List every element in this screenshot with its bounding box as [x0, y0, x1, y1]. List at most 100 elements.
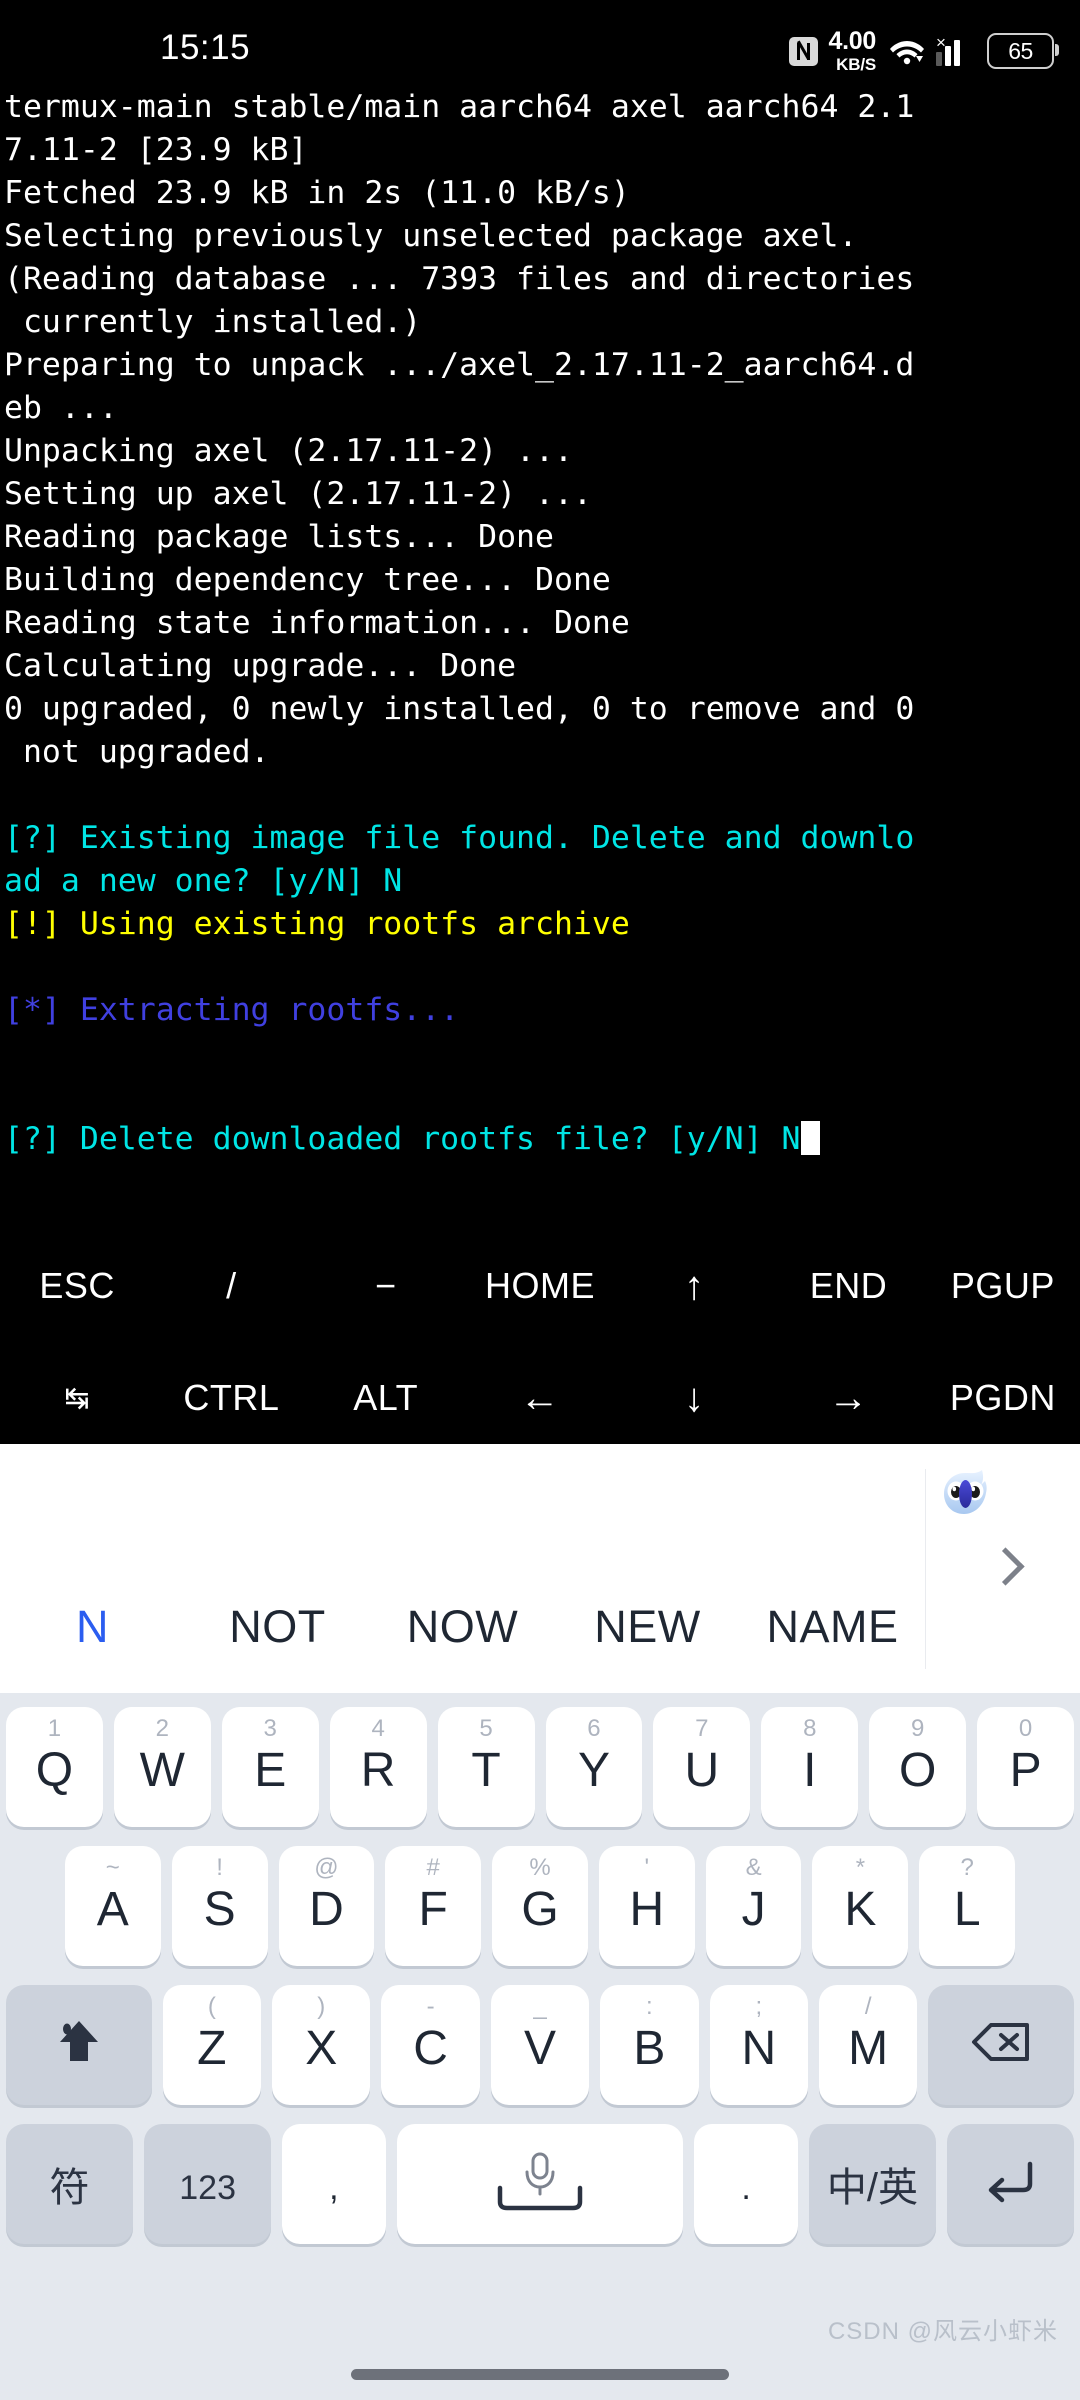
key-e[interactable]: 3E: [221, 1706, 319, 1827]
period-key[interactable]: .: [694, 2123, 798, 2244]
key-hint: #: [426, 1853, 440, 1881]
suggestion-item[interactable]: NEW: [555, 1601, 740, 1653]
key-f[interactable]: # F: [385, 1845, 482, 1966]
key-u[interactable]: 7U: [653, 1706, 751, 1827]
suggestion-item[interactable]: NAME: [740, 1601, 925, 1653]
key-label: E: [254, 1743, 287, 1797]
key-hint: ;: [755, 1992, 763, 2020]
key-label: F: [418, 1882, 448, 1936]
key-r[interactable]: 4R: [329, 1706, 427, 1827]
enter-key[interactable]: [946, 2123, 1075, 2244]
key-y[interactable]: 6Y: [545, 1706, 643, 1827]
key-z[interactable]: (Z: [162, 1984, 262, 2105]
keyboard-key-rows: 1Q2W3E4R5T6Y7U8I9O0P ~ A! S @ D # F% G ' H & J * K? L …: [0, 1693, 1080, 2253]
space-bar-with-mic-icon: [465, 2146, 615, 2221]
key-hint: 7: [695, 1714, 709, 1742]
signal-bars-icon: ×: [936, 34, 976, 66]
arrow-right-key[interactable]: →: [771, 1352, 925, 1444]
suggestion-item[interactable]: N: [0, 1601, 185, 1653]
key-h[interactable]: ' H: [598, 1845, 695, 1966]
key-c[interactable]: -C: [381, 1984, 480, 2105]
key-d[interactable]: @ D: [278, 1845, 375, 1966]
key-o[interactable]: 9O: [869, 1706, 967, 1827]
terminal-line: eb ...: [4, 390, 118, 426]
status-bar-icons: 4.00 KB/S × 65: [788, 29, 1059, 73]
key-hint: 6: [587, 1714, 601, 1742]
ctrl-key[interactable]: CTRL: [154, 1352, 308, 1444]
enter-return-icon: [982, 2158, 1038, 2209]
key-k[interactable]: * K: [812, 1845, 909, 1966]
pgdn-key[interactable]: PGDN: [926, 1352, 1080, 1444]
terminal-line: Unpacking axel (2.17.11-2) ...: [4, 433, 573, 469]
terminal-line: currently installed.): [4, 304, 422, 340]
home-key[interactable]: HOME: [463, 1240, 617, 1332]
key-label: G: [521, 1882, 559, 1936]
keyboard-row-bottom: 符 123,. 中/英: [0, 2114, 1080, 2253]
termux-extra-keys-row-2: ↹ CTRL ALT ← ↓ → PGDN: [0, 1352, 1080, 1444]
suggestion-word-list: N NOT NOW NEW NAME: [0, 1579, 925, 1674]
end-key[interactable]: END: [771, 1240, 925, 1332]
key-m[interactable]: / M: [818, 1984, 918, 2105]
key-label: R: [360, 1743, 396, 1797]
key-q[interactable]: 1Q: [5, 1706, 103, 1827]
key-label: V: [523, 2021, 556, 2075]
key-n[interactable]: ; N: [709, 1984, 808, 2105]
space-key[interactable]: [396, 2123, 684, 2244]
language-switch-key[interactable]: 中/英: [808, 2123, 936, 2244]
status-bar: 15:15 4.00 KB/S × 65: [0, 0, 1080, 86]
key-hint: 5: [479, 1714, 493, 1742]
backspace-key[interactable]: [928, 1984, 1074, 2105]
comma-key-label: ,: [329, 2168, 339, 2207]
key-x[interactable]: ) X: [272, 1984, 371, 2105]
key-a[interactable]: ~ A: [64, 1845, 161, 1966]
key-label: Q: [35, 1743, 74, 1797]
ime-bird-mascot-icon[interactable]: [941, 1467, 999, 1519]
terminal-line: Reading package lists... Done: [4, 519, 554, 555]
key-p[interactable]: 0P: [977, 1706, 1075, 1827]
key-label: A: [96, 1882, 129, 1936]
key-g[interactable]: % G: [492, 1845, 588, 1966]
shift-arrow-icon: [55, 2016, 103, 2073]
minus-key[interactable]: −: [309, 1240, 463, 1332]
key-hint: !: [216, 1853, 223, 1881]
key-hint: 1: [47, 1714, 62, 1742]
key-j[interactable]: & J: [705, 1845, 802, 1966]
shift-key[interactable]: [6, 1984, 152, 2105]
numbers-key[interactable]: 123: [144, 2123, 272, 2244]
key-hint: /: [864, 1992, 872, 2020]
suggestion-item[interactable]: NOT: [185, 1601, 370, 1653]
key-label: Y: [577, 1743, 610, 1797]
key-l[interactable]: ? L: [919, 1845, 1016, 1966]
esc-key[interactable]: ESC: [0, 1240, 154, 1332]
terminal-line: Reading state information... Done: [4, 605, 630, 641]
tab-key[interactable]: ↹: [0, 1352, 154, 1444]
soft-keyboard: N NOT NOW NEW NAME 1Q2W3E4R5T6Y7U8I9O0P ~ A! S…: [0, 1444, 1080, 2400]
key-b[interactable]: :B: [600, 1984, 699, 2105]
watermark: CSDN @风云小虾米: [827, 2318, 1058, 2345]
terminal-line: Preparing to unpack .../axel_2.17.11-2_a…: [4, 347, 915, 383]
key-label: S: [203, 1882, 236, 1936]
key-hint: 3: [263, 1714, 277, 1742]
key-v[interactable]: _ V: [490, 1984, 590, 2105]
arrow-up-key[interactable]: ↑: [617, 1240, 771, 1332]
key-t[interactable]: 5T: [437, 1706, 535, 1827]
suggestion-item[interactable]: NOW: [370, 1601, 555, 1653]
key-w[interactable]: 2W: [113, 1706, 211, 1827]
key-i[interactable]: 8I: [761, 1706, 859, 1827]
pgup-key[interactable]: PGUP: [926, 1240, 1080, 1332]
home-gesture-bar[interactable]: [351, 2369, 729, 2380]
arrow-left-key[interactable]: ←: [463, 1352, 617, 1444]
key-hint: _: [533, 1992, 547, 2020]
key-hint: ?: [960, 1853, 974, 1881]
battery-level-text: 65: [1008, 37, 1033, 64]
termux-extra-keys-row-1: ESC / − HOME ↑ END PGUP: [0, 1240, 1080, 1332]
key-hint: (: [207, 1992, 216, 2020]
slash-key[interactable]: /: [154, 1240, 308, 1332]
key-label: M: [848, 2021, 889, 2075]
key-s[interactable]: ! S: [171, 1845, 268, 1966]
key-label: J: [741, 1882, 766, 1936]
comma-key[interactable]: ,: [282, 2123, 386, 2244]
alt-key[interactable]: ALT: [309, 1352, 463, 1444]
arrow-down-key[interactable]: ↓: [617, 1352, 771, 1444]
symbols-key[interactable]: 符: [6, 2123, 134, 2244]
